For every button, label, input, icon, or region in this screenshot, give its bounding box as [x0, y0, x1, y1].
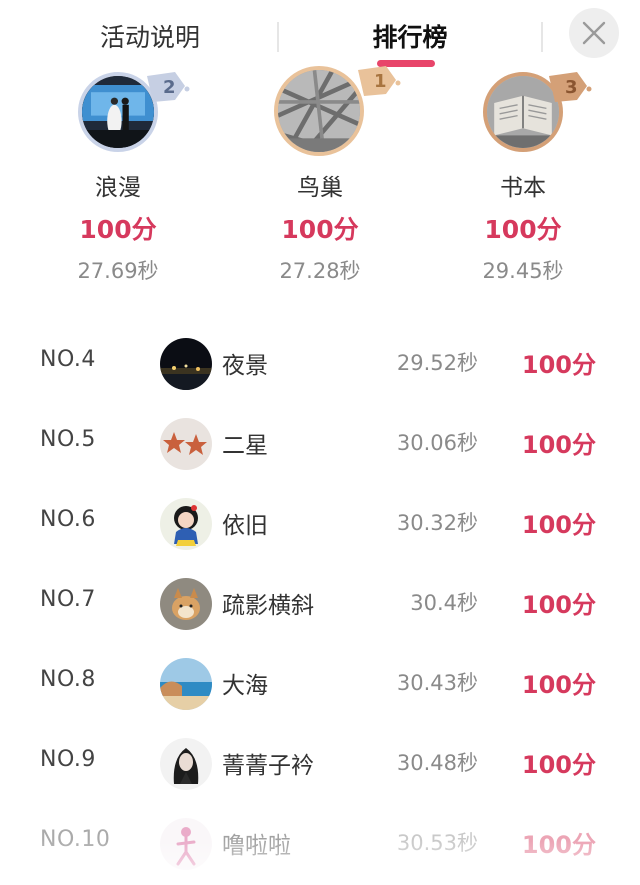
player-name: 菁菁子衿 — [222, 753, 314, 779]
tab-activity-info[interactable]: 活动说明 — [50, 18, 250, 58]
rank-number: 3 — [565, 77, 578, 98]
rank-number: NO.7 — [40, 587, 96, 612]
player-time: 27.69秒 — [77, 259, 159, 283]
tab-divider — [541, 22, 543, 52]
player-score: 100分 — [484, 215, 562, 244]
rank-number: NO.8 — [40, 667, 96, 692]
player-time: 30.4秒 — [410, 591, 478, 615]
player-score: 100分 — [521, 511, 596, 539]
player-name: 噜啦啦 — [222, 833, 291, 859]
player-score: 100分 — [521, 431, 596, 459]
player-name: 二星 — [222, 433, 268, 459]
list-item[interactable]: NO.10 噜啦啦 30.53秒 100分 — [0, 805, 640, 885]
avatar[interactable] — [160, 578, 212, 630]
avatar[interactable] — [160, 338, 212, 390]
avatar[interactable] — [274, 66, 364, 156]
tab-ranking[interactable]: 排行榜 — [290, 18, 530, 58]
rank-number: NO.6 — [40, 507, 96, 532]
player-score: 100分 — [521, 751, 596, 779]
rank-number: 2 — [163, 77, 176, 98]
player-score: 100分 — [521, 351, 596, 379]
close-button[interactable] — [569, 8, 619, 58]
player-score: 100分 — [521, 831, 596, 859]
rank-number: 1 — [374, 71, 387, 92]
player-score: 100分 — [281, 215, 359, 244]
player-score: 100分 — [79, 215, 157, 244]
player-name: 浪漫 — [95, 175, 141, 201]
avatar[interactable] — [160, 498, 212, 550]
podium-second-place: 2 浪漫 100分 27.69秒 — [18, 62, 218, 292]
player-time: 29.52秒 — [396, 351, 478, 375]
list-item[interactable]: NO.6 依旧 30.32秒 100分 — [0, 485, 640, 565]
player-time: 30.48秒 — [396, 751, 478, 775]
player-time: 29.45秒 — [482, 259, 564, 283]
player-score: 100分 — [521, 591, 596, 619]
player-time: 30.43秒 — [396, 671, 478, 695]
player-time: 27.28秒 — [279, 259, 361, 283]
player-name: 大海 — [222, 673, 268, 699]
tab-divider — [277, 22, 279, 52]
avatar[interactable] — [160, 418, 212, 470]
rank-badge-icon: 3 — [549, 72, 592, 102]
list-item[interactable]: NO.7 疏影横斜 30.4秒 100分 — [0, 565, 640, 645]
player-name: 依旧 — [222, 513, 268, 539]
list-item[interactable]: NO.4 夜景 29.52秒 100分 — [0, 325, 640, 405]
rank-number: NO.4 — [40, 347, 96, 372]
close-icon — [582, 21, 606, 45]
rank-number: NO.10 — [40, 827, 111, 852]
avatar[interactable] — [160, 738, 212, 790]
podium-first-place: 1 鸟巢 100分 27.28秒 — [220, 62, 420, 292]
player-score: 100分 — [521, 671, 596, 699]
rank-badge-icon: 2 — [147, 72, 190, 102]
player-name: 夜景 — [222, 353, 268, 379]
rank-number: NO.9 — [40, 747, 96, 772]
player-time: 30.06秒 — [396, 431, 478, 455]
podium-third-place: 3 书本 100分 29.45秒 — [423, 62, 623, 292]
list-item[interactable]: NO.5 二星 30.06秒 100分 — [0, 405, 640, 485]
rank-number: NO.5 — [40, 427, 96, 452]
player-time: 30.53秒 — [396, 831, 478, 855]
ranking-list: NO.4 夜景 29.52秒 100分 NO.5 二星 30.06秒 100分 … — [0, 325, 640, 885]
rank-badge-icon: 1 — [358, 66, 401, 96]
list-item[interactable]: NO.8 大海 30.43秒 100分 — [0, 645, 640, 725]
player-name: 书本 — [500, 175, 546, 201]
avatar[interactable] — [160, 818, 212, 870]
avatar[interactable] — [160, 658, 212, 710]
player-name: 鸟巢 — [297, 175, 343, 201]
player-name: 疏影横斜 — [222, 593, 314, 619]
list-item[interactable]: NO.9 菁菁子衿 30.48秒 100分 — [0, 725, 640, 805]
player-time: 30.32秒 — [396, 511, 478, 535]
